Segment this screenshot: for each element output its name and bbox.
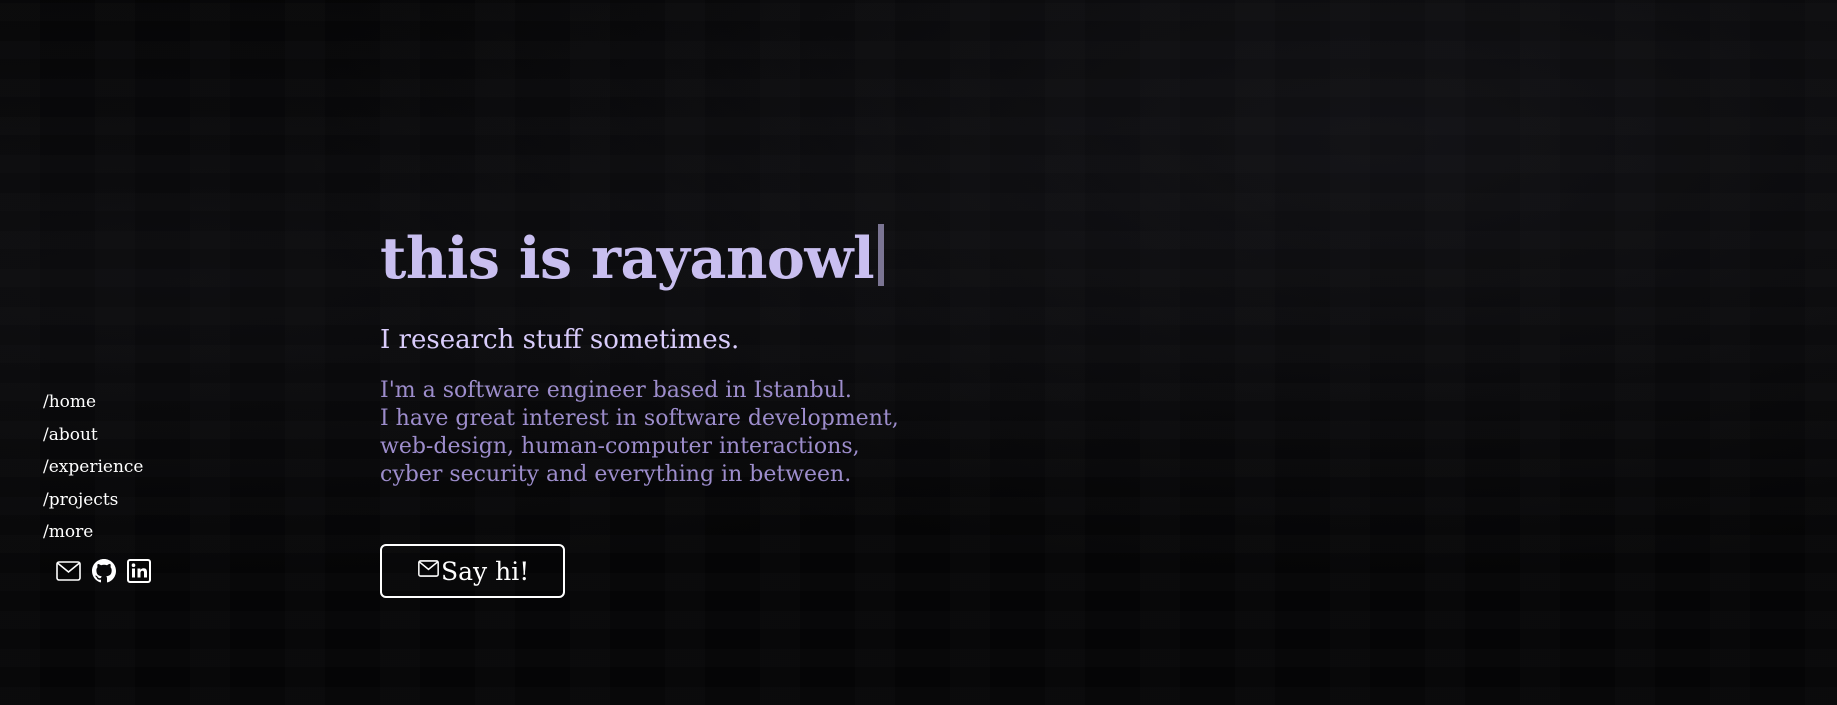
nav-item-projects[interactable]: /projects [43, 484, 223, 517]
nav-item-about[interactable]: /about [43, 419, 223, 452]
bio-paragraph: I'm a software engineer based in Istanbu… [380, 377, 1180, 489]
github-icon[interactable] [91, 559, 116, 584]
hero-title: this is rayanowl [380, 218, 1180, 300]
say-hi-button[interactable]: Say hi! [380, 544, 566, 598]
mail-icon [418, 554, 439, 583]
bio-line: web-design, human-computer interactions, [380, 434, 860, 459]
hero-title-text: this is rayanowl [380, 225, 875, 292]
nav-item-more[interactable]: /more [43, 516, 223, 549]
bio-line: I'm a software engineer based in Istanbu… [380, 378, 852, 403]
nav-item-experience[interactable]: /experience [43, 451, 223, 484]
typing-cursor [878, 224, 885, 286]
sidebar: /home /about /experience /projects /more [43, 386, 223, 584]
hero-section: this is rayanowl I research stuff someti… [380, 218, 1180, 598]
linkedin-icon[interactable] [126, 559, 151, 584]
say-hi-label: Say hi! [441, 556, 530, 586]
nav-list: /home /about /experience /projects /more [43, 386, 223, 549]
nav-item-home[interactable]: /home [43, 386, 223, 419]
social-links [56, 559, 223, 584]
bio-line: I have great interest in software develo… [380, 406, 899, 431]
mail-icon[interactable] [56, 559, 81, 584]
hero-subtitle: I research stuff sometimes. [380, 325, 740, 355]
bio-line: cyber security and everything in between… [380, 462, 852, 487]
